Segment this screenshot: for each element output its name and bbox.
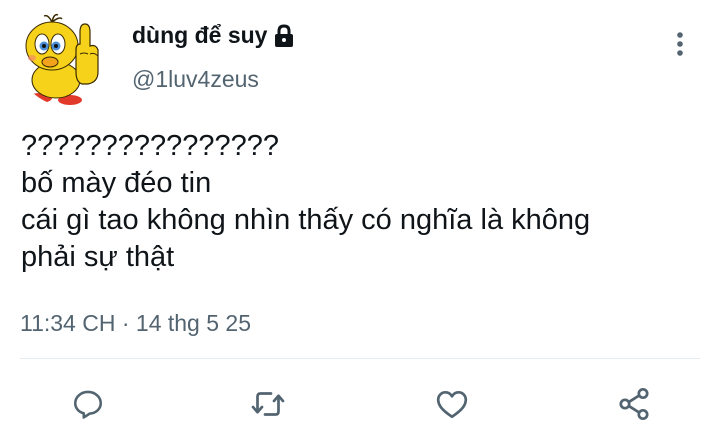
reply-button[interactable] — [68, 384, 108, 424]
retweet-button[interactable] — [248, 384, 288, 424]
retweet-icon — [251, 392, 285, 416]
divider — [20, 358, 700, 359]
avatar[interactable] — [18, 10, 114, 106]
heart-icon — [436, 390, 468, 419]
share-button[interactable] — [614, 384, 654, 424]
tweet: dùng để suy @1luv4zeus ???????????????? … — [0, 0, 720, 444]
share-icon — [619, 387, 649, 421]
tweety-bird-icon — [25, 13, 99, 105]
reply-icon — [73, 390, 103, 419]
tweet-timestamp[interactable]: 11:34 CH · 14 thg 5 25 — [20, 310, 251, 337]
more-vertical-icon — [677, 32, 683, 56]
tweet-line: ???????????????? — [21, 130, 280, 162]
more-button[interactable] — [664, 26, 696, 62]
tweet-line: phải sự thật — [21, 241, 175, 273]
user-handle[interactable]: @1luv4zeus — [132, 66, 259, 93]
tweet-text: ???????????????? bố mày đéo tin cái gì t… — [21, 128, 711, 276]
like-button[interactable] — [432, 384, 472, 424]
tweet-line: bố mày đéo tin — [21, 167, 212, 199]
display-name-text: dùng để suy — [132, 22, 268, 48]
tweet-line: cái gì tao không nhìn thấy có nghĩa là k… — [21, 204, 591, 236]
display-name[interactable]: dùng để suy — [132, 22, 295, 49]
lock-icon — [273, 23, 295, 48]
